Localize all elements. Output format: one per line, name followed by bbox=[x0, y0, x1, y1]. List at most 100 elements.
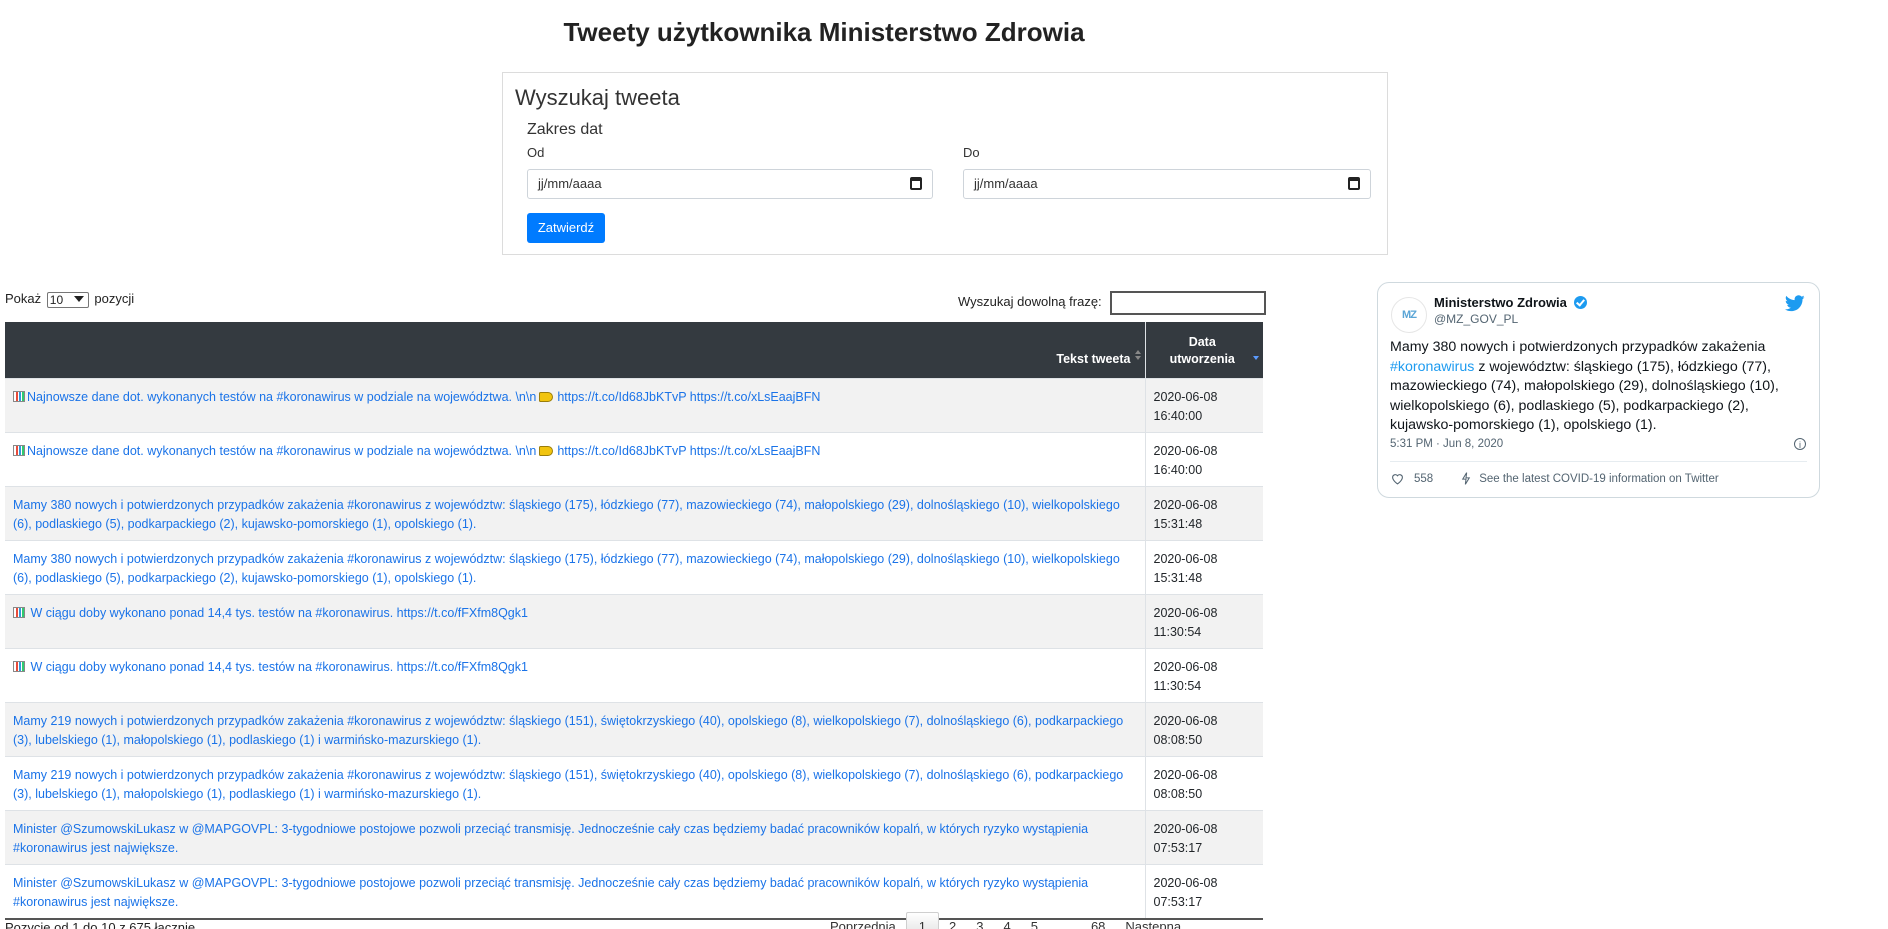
tweet-text: Mamy 219 nowych i potwierdzonych przypad… bbox=[13, 713, 1124, 747]
embedded-tweet[interactable]: MZ Ministerstwo Zdrowia @MZ_GOV_PL Mamy … bbox=[1377, 282, 1820, 498]
filter-control: Wyszukaj dowolną frazę: bbox=[958, 290, 1267, 315]
table-row: Mamy 219 nowych i potwierdzonych przypad… bbox=[5, 755, 1263, 810]
tweet-link[interactable]: Mamy 219 nowych i potwierdzonych przypad… bbox=[13, 768, 1123, 801]
tweet-text-cell: Mamy 219 nowych i potwierdzonych przypad… bbox=[5, 701, 1146, 756]
created-time: 08:08:50 bbox=[1153, 732, 1203, 747]
tweet-text: Mamy 380 nowych i potwierdzonych przypad… bbox=[13, 497, 1120, 531]
verified-badge-icon bbox=[1573, 296, 1587, 309]
tweet-text-cell: W ciągu doby wykonano ponad 14,4 tys. te… bbox=[5, 593, 1146, 648]
heart-icon[interactable] bbox=[1391, 473, 1404, 485]
tweet-urls: https://t.co/Id68JbKTvP https://t.co/xLs… bbox=[557, 443, 821, 458]
table-row: Mamy 380 nowych i potwierdzonych przypad… bbox=[5, 485, 1263, 540]
to-date-input[interactable]: jj/mm/aaaa bbox=[963, 169, 1371, 199]
tweet-link[interactable]: Mamy 380 nowych i potwierdzonych przypad… bbox=[13, 552, 1120, 585]
created-time: 07:53:17 bbox=[1153, 894, 1203, 909]
chart-icon bbox=[13, 606, 25, 618]
page-length-select[interactable]: 10 bbox=[46, 291, 89, 308]
tweet-text: W ciągu doby wykonano ponad 14,4 tys. te… bbox=[27, 659, 528, 674]
pagination-page[interactable]: 1 bbox=[905, 912, 940, 929]
chevron-down-icon bbox=[73, 295, 84, 302]
column-header-text[interactable]: Tekst tweeta bbox=[5, 322, 1146, 378]
tweet-text: Najnowsze dane dot. wykonanych testów na… bbox=[27, 443, 537, 458]
from-date-input[interactable]: jj/mm/aaaa bbox=[527, 169, 933, 199]
tweet-hashtag-link[interactable]: #koronawirus bbox=[1390, 359, 1474, 375]
calendar-icon[interactable] bbox=[910, 177, 922, 190]
created-date: 2020-06-08 bbox=[1153, 497, 1218, 512]
column-header-date-line1: Data bbox=[1188, 334, 1216, 349]
created-date-cell: 2020-06-08 16:40:00 bbox=[1145, 377, 1263, 432]
created-date: 2020-06-08 bbox=[1153, 551, 1218, 566]
from-date-placeholder: jj/mm/aaaa bbox=[538, 176, 602, 191]
tweets-table: Tekst tweeta Data utworzenia Najnowsze d… bbox=[5, 322, 1263, 920]
lightning-icon bbox=[1462, 472, 1471, 485]
sort-desc-icon bbox=[1253, 350, 1259, 360]
search-form-card: Wyszukaj tweeta Zakres dat Od jj/mm/aaaa… bbox=[502, 72, 1388, 255]
created-date-cell: 2020-06-08 15:31:48 bbox=[1145, 485, 1263, 540]
twitter-bird-icon[interactable] bbox=[1785, 295, 1805, 312]
pagination-page[interactable]: 3 bbox=[966, 912, 993, 929]
created-date: 2020-06-08 bbox=[1153, 389, 1218, 404]
tweet-link[interactable]: Mamy 380 nowych i potwierdzonych przypad… bbox=[13, 498, 1120, 531]
chart-icon bbox=[13, 390, 25, 402]
created-date-cell: 2020-06-08 07:53:17 bbox=[1145, 809, 1263, 864]
tweet-text: Minister @SzumowskiLukasz w @MAPGOVPL: 3… bbox=[13, 821, 1089, 855]
calendar-icon[interactable] bbox=[1348, 177, 1360, 190]
show-prefix: Pokaż bbox=[5, 291, 42, 306]
column-header-date[interactable]: Data utworzenia bbox=[1145, 322, 1263, 378]
page: Tweety użytkownika Ministerstwo Zdrowia … bbox=[0, 0, 1888, 929]
created-time: 07:53:17 bbox=[1153, 840, 1203, 855]
tweet-link[interactable]: Najnowsze dane dot. wykonanych testów na… bbox=[13, 444, 820, 458]
to-date-placeholder: jj/mm/aaaa bbox=[974, 176, 1038, 191]
page-length-value: 10 bbox=[49, 292, 64, 307]
created-date-cell: 2020-06-08 08:08:50 bbox=[1145, 701, 1263, 756]
created-time: 15:31:48 bbox=[1153, 570, 1203, 585]
tweet-text-cell: Minister @SzumowskiLukasz w @MAPGOVPL: 3… bbox=[5, 809, 1146, 864]
pagination-previous[interactable]: Poprzednia bbox=[820, 912, 906, 929]
avatar[interactable]: MZ bbox=[1391, 297, 1427, 333]
created-date: 2020-06-08 bbox=[1153, 875, 1218, 890]
tweet-text: Minister @SzumowskiLukasz w @MAPGOVPL: 3… bbox=[13, 875, 1089, 909]
tweet-text-cell: Minister @SzumowskiLukasz w @MAPGOVPL: 3… bbox=[5, 863, 1146, 920]
tweet-author-name[interactable]: Ministerstwo Zdrowia bbox=[1434, 295, 1587, 310]
pointing-hand-icon bbox=[539, 391, 554, 402]
created-date-cell: 2020-06-08 16:40:00 bbox=[1145, 431, 1263, 486]
covid-info-link[interactable]: See the latest COVID-19 information on T… bbox=[1479, 473, 1718, 485]
pagination-page[interactable]: 5 bbox=[1021, 912, 1048, 929]
tweet-text: Mamy 380 nowych i potwierdzonych przypad… bbox=[1390, 338, 1810, 436]
created-time: 11:30:54 bbox=[1153, 678, 1202, 693]
filter-input[interactable] bbox=[1110, 290, 1267, 315]
like-count[interactable]: 558 bbox=[1414, 473, 1433, 485]
pagination: Poprzednia 1 2 3 4 5 … 68 Następna bbox=[820, 912, 1191, 929]
table-row: Najnowsze dane dot. wykonanych testów na… bbox=[5, 377, 1263, 432]
page-title: Tweety użytkownika Ministerstwo Zdrowia bbox=[563, 17, 1085, 47]
tweet-author-handle[interactable]: @MZ_GOV_PL bbox=[1434, 312, 1518, 326]
created-date: 2020-06-08 bbox=[1153, 821, 1218, 836]
tweet-text-cell: Najnowsze dane dot. wykonanych testów na… bbox=[5, 431, 1146, 486]
pagination-page[interactable]: 2 bbox=[939, 912, 966, 929]
info-icon[interactable]: i bbox=[1794, 438, 1806, 450]
created-date: 2020-06-08 bbox=[1153, 443, 1218, 458]
created-date: 2020-06-08 bbox=[1153, 659, 1218, 674]
tweet-link[interactable]: W ciągu doby wykonano ponad 14,4 tys. te… bbox=[13, 606, 528, 620]
pagination-page[interactable]: 4 bbox=[993, 912, 1020, 929]
tweet-text-cell: Najnowsze dane dot. wykonanych testów na… bbox=[5, 377, 1146, 432]
tweet-text-before: Mamy 380 nowych i potwierdzonych przypad… bbox=[1390, 339, 1766, 355]
pagination-page[interactable]: 68 bbox=[1081, 912, 1115, 929]
tweet-timestamp[interactable]: 5:31 PM · Jun 8, 2020 bbox=[1390, 438, 1503, 450]
tweet-link[interactable]: Minister @SzumowskiLukasz w @MAPGOVPL: 3… bbox=[13, 876, 1088, 909]
created-date-cell: 2020-06-08 11:30:54 bbox=[1145, 593, 1263, 648]
search-form-title: Wyszukaj tweeta bbox=[515, 85, 680, 110]
pointing-hand-icon bbox=[539, 445, 554, 456]
tweet-link[interactable]: W ciągu doby wykonano ponad 14,4 tys. te… bbox=[13, 660, 528, 674]
chart-icon bbox=[13, 660, 25, 672]
tweet-link[interactable]: Minister @SzumowskiLukasz w @MAPGOVPL: 3… bbox=[13, 822, 1088, 855]
tweet-link[interactable]: Najnowsze dane dot. wykonanych testów na… bbox=[13, 390, 820, 404]
column-header-date-line2: utworzenia bbox=[1169, 351, 1235, 366]
pagination-next[interactable]: Następna bbox=[1115, 912, 1191, 929]
show-suffix: pozycji bbox=[94, 291, 135, 306]
table-row: Mamy 219 nowych i potwierdzonych przypad… bbox=[5, 701, 1263, 756]
submit-button[interactable]: Zatwierdź bbox=[527, 213, 605, 243]
created-time: 08:08:50 bbox=[1153, 786, 1203, 801]
tweet-link[interactable]: Mamy 219 nowych i potwierdzonych przypad… bbox=[13, 714, 1123, 747]
table-row: W ciągu doby wykonano ponad 14,4 tys. te… bbox=[5, 647, 1263, 702]
